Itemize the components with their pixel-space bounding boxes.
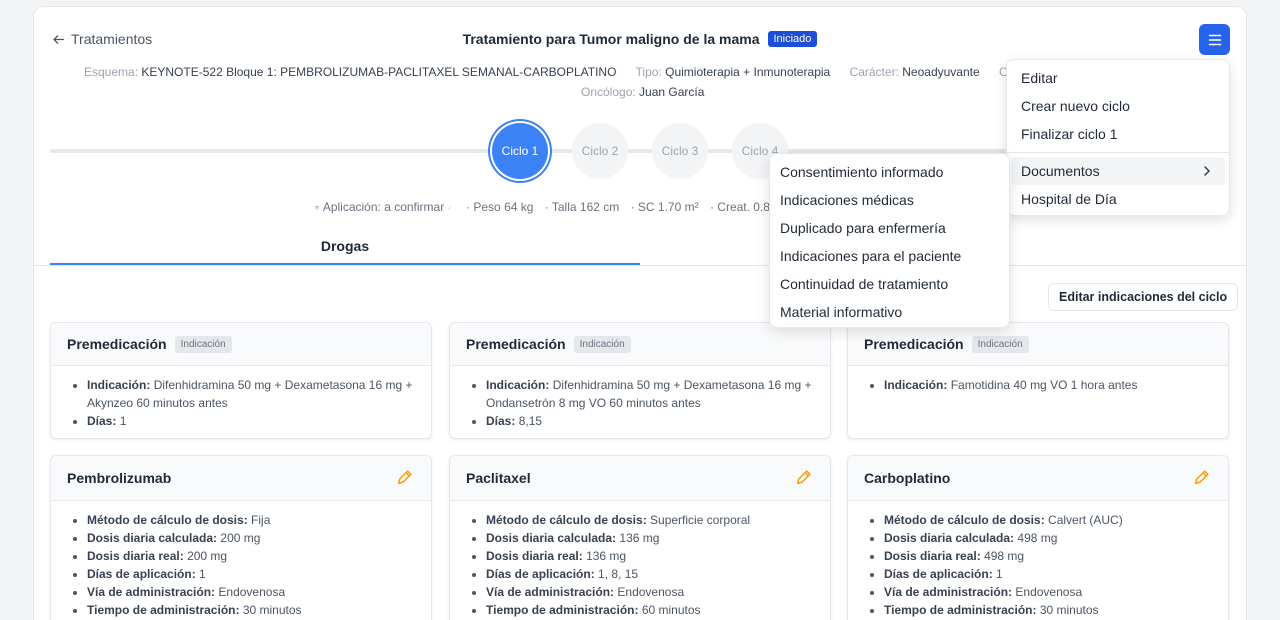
list-item: Tiempo de administración: 30 minutos [884,601,1212,619]
list-item: Vía de administración: Endovenosa [884,583,1212,601]
list-item: Indicación: Difenhidramina 50 mg + Dexam… [486,376,814,412]
submenu-item-duplicado-enfermeria[interactable]: Duplicado para enfermería [770,214,1009,242]
hamburger-icon [1208,34,1221,45]
list-item: Días de aplicación: 1 [884,565,1212,583]
list-item: Días de aplicación: 1, 8, 15 [486,565,814,583]
menu-item-documentos-label: Documentos [1021,163,1100,179]
menu-item-hospital-dia[interactable]: Hospital de Día [1011,185,1225,213]
menu-item-crear-ciclo[interactable]: Crear nuevo ciclo [1011,92,1225,120]
list-item: Dosis diaria real: 200 mg [87,547,415,565]
drug-card-paclitaxel: Paclitaxel Método de cálculo de dosis: S… [449,455,831,620]
list-item: Días de aplicación: 1 [87,565,415,583]
treatment-meta: Esquema: KEYNOTE-522 Bloque 1: PEMBROLIZ… [84,65,1024,79]
edit-indications-button[interactable]: Editar indicaciones del ciclo [1048,283,1239,311]
premed-card-1: Premedicación Indicación Indicación: Dife… [50,322,432,439]
submenu-item-material-informativo[interactable]: Material informativo [770,298,1009,326]
list-item: Método de cálculo de dosis: Calvert (AUC… [884,511,1212,529]
cycle-1-button[interactable]: Ciclo 1 [492,123,548,179]
list-item: Días: 8,15 [486,412,814,430]
list-item: Indicación: Difenhidramina 50 mg + Dexam… [87,376,415,412]
drug-name: Paclitaxel [466,470,531,486]
list-item: Método de cálculo de dosis: Fija [87,511,415,529]
list-item: Vía de administración: Endovenosa [486,583,814,601]
indication-tag: Indicación [573,335,631,353]
title-row: Tratamiento para Tumor maligno de la mam… [0,31,1280,47]
premed-title: Premedicación [466,336,566,352]
list-item: Tiempo de administración: 60 minutos [486,601,814,619]
submenu-item-indicaciones-paciente[interactable]: Indicaciones para el paciente [770,242,1009,270]
list-item: Dosis diaria real: 136 mg [486,547,814,565]
creat-text: · Creat. 0.8 [709,200,770,214]
menu-item-editar[interactable]: Editar [1011,64,1225,92]
indication-tag: Indicación [174,335,232,353]
aplicacion-text: Aplicación: a confirmar [322,200,445,214]
status-badge: Iniciado [767,31,818,47]
list-item: Tiempo de administración: 30 minutos [87,601,415,619]
actions-menu: Editar Crear nuevo ciclo Finalizar ciclo… [1006,59,1230,216]
drug-name: Carboplatino [864,470,951,486]
drug-name: Pembrolizumab [67,470,172,486]
pencil-icon[interactable] [1193,469,1210,486]
menu-divider [1007,152,1229,153]
premed-title: Premedicación [864,336,964,352]
esquema-value: KEYNOTE-522 Bloque 1: PEMBROLIZUMAB-PACL… [141,65,617,79]
list-item: Dosis diaria calculada: 498 mg [884,529,1212,547]
peso-text: · Peso 64 kg [466,200,534,214]
sc-text: · SC 1.70 m² [630,200,699,214]
drug-card-pembrolizumab: Pembrolizumab Método de cálculo de dosis… [50,455,432,620]
documents-submenu: Consentimiento informado Indicaciones mé… [769,153,1010,328]
menu-item-documentos[interactable]: Documentos [1011,157,1225,185]
caracter-label: Carácter: [849,65,899,79]
list-item: Dosis diaria calculada: 136 mg [486,529,814,547]
calendar-icon [315,205,319,209]
submenu-item-indicaciones-medicas[interactable]: Indicaciones médicas [770,186,1009,214]
esquema-label: Esquema: [84,65,139,79]
indication-tag: Indicación [971,335,1029,353]
list-item: Días: 1 [87,412,415,430]
list-item: Indicación: Famotidina 40 mg VO 1 hora a… [884,376,1212,394]
chevron-right-icon [1204,166,1211,176]
tipo-label: Tipo: [635,65,662,79]
tab-drogas[interactable]: Drogas [50,230,640,265]
menu-item-finalizar-ciclo[interactable]: Finalizar ciclo 1 [1011,120,1225,148]
cycle-3-button[interactable]: Ciclo 3 [652,123,708,179]
list-item: Dosis diaria real: 498 mg [884,547,1212,565]
submenu-item-continuidad[interactable]: Continuidad de tratamiento [770,270,1009,298]
pencil-small-icon[interactable] [448,201,452,214]
tab-divider [34,265,1246,266]
caracter-value: Neoadyuvante [902,65,980,79]
oncologo-meta: Oncólogo: Juan García [581,85,704,99]
oncologo-label: Oncólogo: [581,85,636,99]
talla-text: · Talla 162 cm [544,200,620,214]
list-item: Método de cálculo de dosis: Superficie c… [486,511,814,529]
cycle-2-button[interactable]: Ciclo 2 [572,123,628,179]
premed-card-3: Premedicación Indicación Indicación: Famo… [847,322,1229,439]
menu-button[interactable] [1199,24,1230,55]
oncologo-value: Juan García [639,85,705,99]
pencil-icon[interactable] [795,469,812,486]
list-item: Vía de administración: Endovenosa [87,583,415,601]
cycle-info: Aplicación: a confirmar · Peso 64 kg · T… [315,200,770,214]
premed-title: Premedicación [67,336,167,352]
drug-card-carboplatino: Carboplatino Método de cálculo de dosis:… [847,455,1229,620]
premed-card-2: Premedicación Indicación Indicación: Dife… [449,322,831,439]
list-item: Dosis diaria calculada: 200 mg [87,529,415,547]
page-title: Tratamiento para Tumor maligno de la mam… [462,31,760,47]
pencil-icon[interactable] [396,469,413,486]
tipo-value: Quimioterapia + Inmunoterapia [665,65,831,79]
submenu-item-consentimiento[interactable]: Consentimiento informado [770,158,1009,186]
